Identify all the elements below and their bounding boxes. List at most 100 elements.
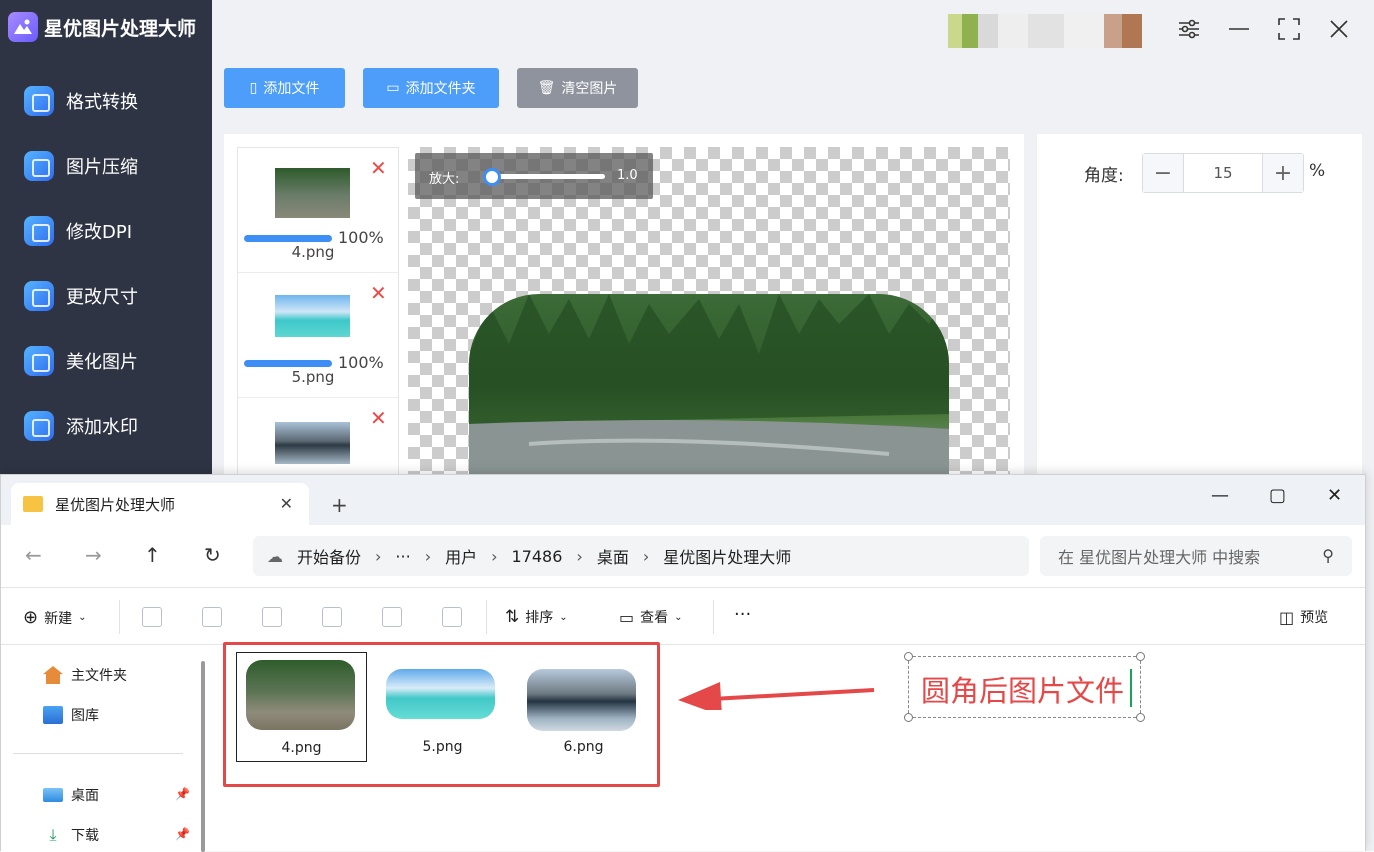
breadcrumb-item[interactable]: ··· (395, 547, 410, 566)
file-name: 4.png (291, 243, 335, 261)
sidebar-item-dpi[interactable]: 修改DPI (0, 198, 212, 263)
sidebar-item-format-convert[interactable]: 格式转换 (0, 68, 212, 133)
minimize-icon[interactable]: — (1211, 485, 1229, 506)
resize-handle[interactable] (1136, 713, 1145, 722)
close-tab-icon[interactable]: ✕ (280, 494, 293, 513)
file-item[interactable]: 5.png (377, 652, 508, 762)
sidebar-item-watermark[interactable]: 添加水印 (0, 393, 212, 458)
settings-sliders-icon[interactable] (1176, 16, 1202, 42)
command-bar: ⊕ 新建 ⌄ ⇅ 排序 ⌄ ▭ 查看 ⌄ ··· ◫ 预览 (1, 587, 1365, 645)
compress-icon (24, 150, 54, 181)
cut-icon[interactable] (142, 607, 162, 627)
breadcrumb[interactable]: ☁ 开始备份 › ··· › 用户 › 17486 › 桌面 › 星优图片处理大… (253, 536, 1029, 576)
breadcrumb-item[interactable]: 星优图片处理大师 (663, 544, 791, 568)
address-row: ← → ↑ ↻ ☁ 开始备份 › ··· › 用户 › 17486 › 桌面 ›… (1, 525, 1365, 587)
remove-icon[interactable]: ✕ (370, 158, 387, 178)
resize-handle[interactable] (904, 713, 913, 722)
close-icon[interactable] (1326, 16, 1352, 42)
angle-input[interactable]: 15 (1183, 154, 1263, 192)
folder-icon: ▭ (386, 80, 400, 96)
view-button[interactable]: ▭ 查看 ⌄ (619, 607, 683, 627)
annotation-textbox[interactable]: 圆角后图片文件 (904, 652, 1145, 722)
annotation-text: 圆角后图片文件 (921, 674, 1125, 708)
copy-icon[interactable] (202, 607, 222, 627)
annotation-arrow (678, 682, 875, 710)
preview-pane-icon: ◫ (1279, 607, 1295, 627)
list-item[interactable]: ✕ 100% 5.png (238, 273, 398, 398)
sidebar-nav: 格式转换 图片压缩 修改DPI 更改尺寸 美化图片 添加水印 (0, 68, 212, 458)
tab-title: 星优图片处理大师 (55, 495, 176, 514)
plus-circle-icon: ⊕ (23, 607, 39, 628)
add-folder-label: 添加文件夹 (405, 81, 476, 97)
pin-icon[interactable]: 📌 (175, 787, 190, 801)
sidebar-item-compress[interactable]: 图片压缩 (0, 133, 212, 198)
list-item[interactable]: ✕ 100% 4.png (238, 148, 398, 273)
breadcrumb-item[interactable]: 桌面 (597, 544, 629, 568)
decrement-button[interactable]: − (1143, 154, 1183, 192)
delete-icon[interactable] (442, 607, 462, 627)
preview-label: 预览 (1300, 610, 1329, 626)
nav-item-downloads[interactable]: ⤓ 下载 (43, 825, 99, 845)
add-file-button[interactable]: ▯ 添加文件 (224, 68, 345, 108)
up-icon[interactable]: ↑ (144, 543, 161, 567)
zoom-slider-handle[interactable] (483, 168, 501, 186)
share-icon[interactable] (382, 607, 402, 627)
sidebar-item-label: 添加水印 (66, 416, 138, 438)
nav-item-home[interactable]: 主文件夹 (43, 665, 127, 685)
fullscreen-icon[interactable] (1276, 16, 1302, 42)
rename-icon[interactable] (322, 607, 342, 627)
sort-button[interactable]: ⇅ 排序 ⌄ (505, 607, 568, 627)
navigation-pane: 主文件夹 图库 桌面 📌 ⤓ 下载 📌 (1, 645, 201, 852)
nav-item-gallery[interactable]: 图库 (43, 705, 99, 725)
explorer-tab[interactable]: 星优图片处理大师 ✕ (11, 483, 309, 525)
sort-label: 排序 (525, 610, 554, 626)
close-icon[interactable]: ✕ (1327, 485, 1342, 506)
resize-handle[interactable] (904, 652, 913, 661)
file-name: 4.png (281, 740, 322, 756)
file-explorer-window: 星优图片处理大师 ✕ + — ▢ ✕ ← → ↑ ↻ ☁ 开始备份 › ··· … (0, 474, 1366, 852)
sidebar-item-resize[interactable]: 更改尺寸 (0, 263, 212, 328)
forward-icon[interactable]: → (85, 543, 102, 567)
maximize-icon[interactable]: ▢ (1269, 485, 1286, 506)
nav-item-label: 主文件夹 (71, 668, 127, 684)
paste-icon[interactable] (262, 607, 282, 627)
progress-bar (244, 360, 332, 367)
back-icon[interactable]: ← (25, 543, 42, 567)
angle-unit: % (1309, 161, 1326, 181)
breadcrumb-item[interactable]: 开始备份 (297, 544, 361, 568)
app-title: 星优图片处理大师 (44, 17, 197, 40)
new-label: 新建 (44, 610, 73, 627)
minimize-icon[interactable] (1226, 16, 1252, 42)
nav-pane-scrollbar[interactable] (201, 661, 205, 852)
chevron-down-icon: ⌄ (78, 612, 87, 623)
user-avatar-blurred[interactable] (948, 14, 1154, 48)
new-tab-icon[interactable]: + (331, 493, 348, 517)
refresh-icon[interactable]: ↻ (204, 543, 221, 567)
pin-icon[interactable]: 📌 (175, 827, 190, 841)
file-item[interactable]: 6.png (518, 652, 649, 762)
preview-pane-button[interactable]: ◫ 预览 (1279, 607, 1328, 627)
breadcrumb-item[interactable]: 用户 (445, 544, 477, 568)
search-input[interactable]: 在 星优图片处理大师 中搜索 ⚲ (1040, 536, 1352, 576)
resize-handle[interactable] (1136, 652, 1145, 661)
sidebar-item-beautify[interactable]: 美化图片 (0, 328, 212, 393)
more-options-button[interactable]: ··· (734, 604, 751, 625)
new-button[interactable]: ⊕ 新建 ⌄ (23, 607, 86, 628)
zoom-slider-track[interactable] (489, 174, 605, 179)
breadcrumb-item[interactable]: 17486 (512, 547, 563, 566)
chevron-down-icon: ⌄ (559, 611, 568, 623)
nav-item-desktop[interactable]: 桌面 (43, 785, 99, 805)
increment-button[interactable]: + (1263, 154, 1303, 192)
add-folder-button[interactable]: ▭ 添加文件夹 (363, 68, 499, 108)
file-item[interactable]: 4.png (236, 652, 367, 762)
remove-icon[interactable]: ✕ (370, 283, 387, 303)
thumbnail-image (275, 295, 350, 337)
sidebar-item-label: 修改DPI (66, 221, 133, 243)
image-convert-icon (24, 85, 54, 116)
remove-icon[interactable]: ✕ (370, 408, 387, 428)
sort-icon: ⇅ (505, 607, 520, 627)
chevron-right-icon: › (424, 546, 432, 566)
file-name: 6.png (563, 739, 604, 755)
clear-images-button[interactable]: 🗑 清空图片 (517, 68, 638, 108)
chevron-right-icon: › (576, 546, 583, 566)
